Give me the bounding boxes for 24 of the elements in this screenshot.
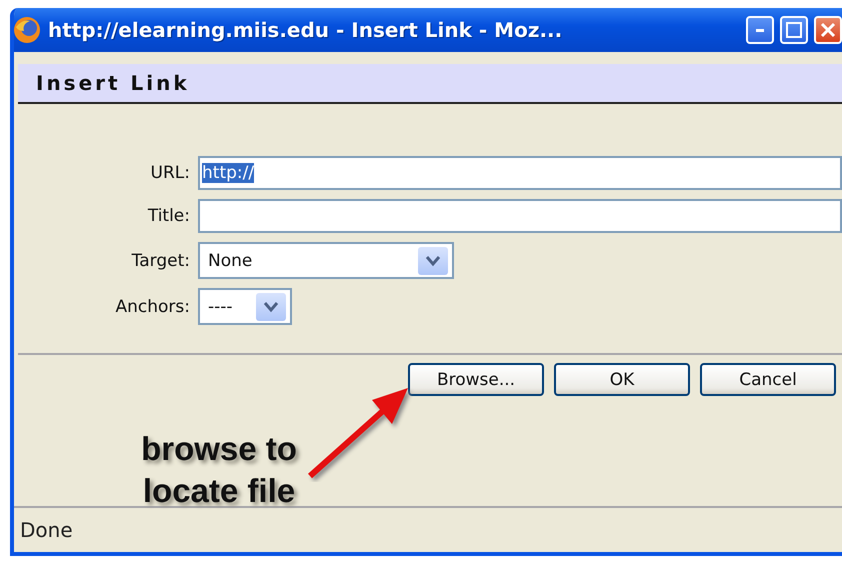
dialog-button[interactable]: Browse... — [408, 363, 544, 396]
status-text: Done — [20, 518, 73, 542]
chevron-down-icon — [425, 254, 441, 266]
dropdown[interactable]: None — [198, 242, 454, 279]
field-label: Title: — [148, 206, 190, 226]
field-label: Anchors: — [116, 296, 190, 316]
field-label: Target: — [132, 250, 190, 270]
dialog-title: Insert Link — [36, 71, 190, 95]
dropdown[interactable]: ---- — [198, 288, 292, 325]
text-field[interactable]: http:// — [198, 156, 842, 190]
field-label: URL: — [150, 163, 190, 183]
close-button[interactable] — [814, 16, 842, 44]
browser-logo-icon — [14, 15, 42, 45]
dialog-button[interactable]: Cancel — [700, 363, 836, 396]
minimize-icon — [756, 28, 764, 32]
window-title: http://elearning.miis.edu - Insert Link - Moz... — [48, 18, 562, 42]
minimize-button[interactable] — [746, 16, 774, 44]
chevron-down-icon — [263, 300, 279, 312]
close-icon — [820, 22, 836, 38]
dialog-button[interactable]: OK — [554, 363, 690, 396]
text-field[interactable] — [198, 199, 842, 233]
maximize-button[interactable] — [780, 16, 808, 44]
annotation-text: browse to locate file — [140, 429, 298, 511]
maximize-icon — [786, 22, 802, 38]
